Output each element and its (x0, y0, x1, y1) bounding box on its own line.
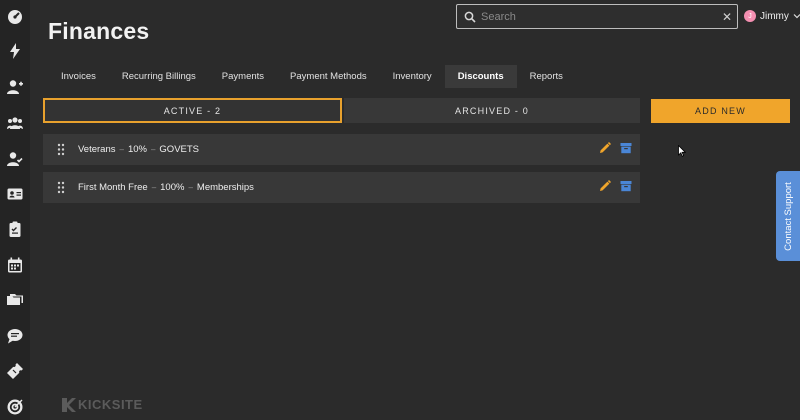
search-box[interactable]: ✕ (456, 4, 738, 29)
discount-amount: 10% (127, 144, 147, 155)
separator: – (150, 145, 156, 154)
mouse-cursor-icon (678, 145, 686, 157)
clipboard-icon[interactable] (6, 220, 24, 238)
search-icon (459, 11, 481, 23)
group-icon[interactable] (6, 114, 24, 132)
search-input[interactable] (481, 10, 717, 23)
user-check-icon[interactable] (6, 150, 24, 168)
separator: – (188, 183, 193, 192)
tab-reports[interactable]: Reports (517, 65, 576, 88)
lightning-icon[interactable] (6, 42, 24, 60)
ticket-icon[interactable] (6, 362, 24, 380)
calendar-icon[interactable] (6, 256, 24, 274)
clear-search-icon[interactable]: ✕ (717, 10, 737, 24)
avatar: J (744, 10, 756, 22)
brand-name: KICKSITE (78, 397, 143, 412)
finance-tabs: Invoices Recurring Billings Payments Pay… (48, 65, 576, 88)
separator: – (151, 183, 157, 192)
kicksite-logo-icon (62, 397, 76, 412)
chevron-down-icon (793, 14, 800, 19)
target-icon[interactable] (6, 398, 24, 416)
user-menu[interactable]: J Jimmy (744, 8, 800, 24)
active-filter-button[interactable]: ACTIVE - 2 (43, 98, 342, 123)
discount-code: GOVETS (159, 144, 200, 155)
discount-code: Memberships (196, 182, 254, 193)
id-card-icon[interactable] (6, 185, 24, 203)
drag-handle-icon[interactable] (43, 181, 78, 194)
sidebar (0, 0, 30, 420)
chat-icon[interactable] (6, 327, 24, 345)
discount-amount: 100% (160, 182, 185, 193)
archive-box-icon[interactable] (620, 142, 632, 154)
edit-pencil-icon[interactable] (599, 180, 611, 192)
drag-handle-icon[interactable] (43, 143, 78, 156)
discount-row: Veterans – 10% – GOVETS (43, 134, 640, 165)
archived-filter-button[interactable]: ARCHIVED - 0 (344, 98, 640, 123)
contact-support-label: Contact Support (782, 181, 794, 251)
tab-recurring-billings[interactable]: Recurring Billings (109, 65, 209, 88)
kicksite-logo: KICKSITE (62, 397, 143, 412)
contact-support-button[interactable]: Contact Support (776, 171, 800, 261)
add-new-button[interactable]: ADD NEW (651, 99, 790, 123)
archive-box-icon[interactable] (620, 180, 632, 192)
discount-name: First Month Free (78, 182, 148, 193)
dashboard-icon[interactable] (6, 8, 24, 26)
user-name: Jimmy (760, 10, 789, 22)
add-user-icon[interactable] (6, 78, 24, 96)
separator: – (119, 145, 124, 154)
tab-discounts[interactable]: Discounts (444, 65, 517, 88)
tab-inventory[interactable]: Inventory (380, 65, 445, 88)
discount-row: First Month Free – 100% – Memberships (43, 172, 640, 203)
page-title: Finances (48, 18, 150, 44)
tab-payment-methods[interactable]: Payment Methods (277, 65, 380, 88)
tab-invoices[interactable]: Invoices (48, 65, 109, 88)
tab-payments[interactable]: Payments (209, 65, 277, 88)
discount-name: Veterans (78, 144, 116, 155)
edit-pencil-icon[interactable] (599, 142, 611, 154)
folders-icon[interactable] (6, 291, 24, 309)
